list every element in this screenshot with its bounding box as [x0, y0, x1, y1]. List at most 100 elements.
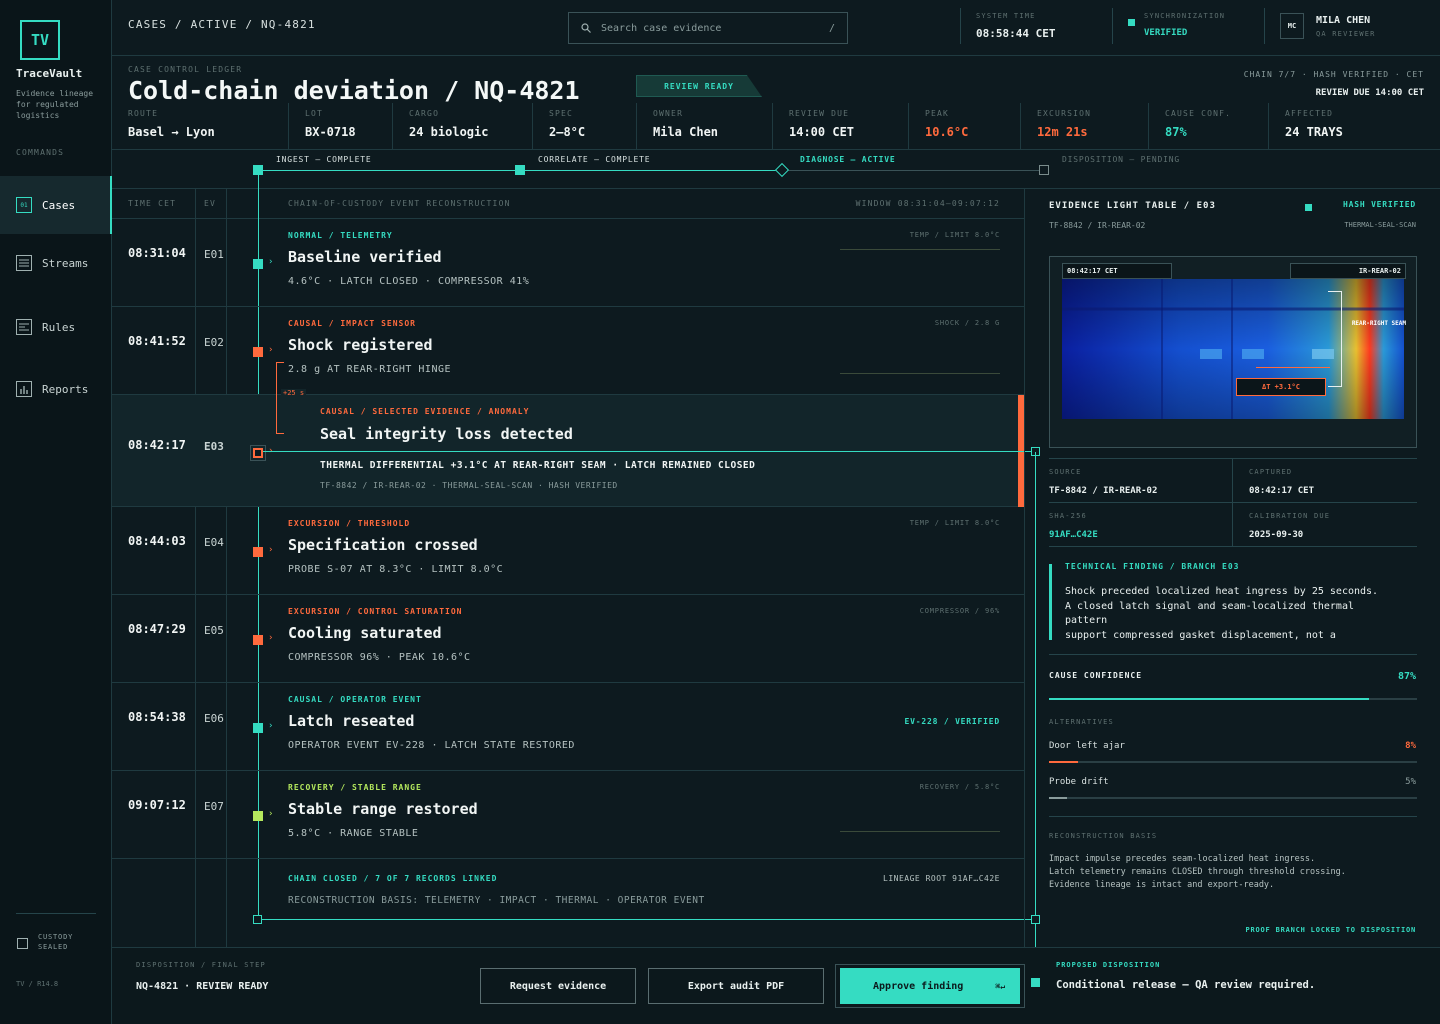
chevron-right-icon: ›: [268, 809, 274, 819]
evidence-link-line: [263, 451, 1036, 452]
event-detail: 2.8 g AT REAR-RIGHT HINGE: [288, 364, 452, 375]
approve-shortcut: ⌘↵: [995, 981, 1005, 991]
metric-value: 14:00 CET: [789, 125, 855, 139]
divider: [1264, 8, 1265, 44]
stage-node-correlate[interactable]: [515, 165, 525, 175]
event-title: Cooling saturated: [288, 624, 442, 642]
divider: [1049, 816, 1417, 817]
event-node: [253, 723, 263, 733]
metric-affected: AFFECTED 24 TRAYS: [1268, 103, 1440, 149]
disposition-anchor: [1031, 978, 1040, 987]
event-sparkline: [840, 831, 1000, 832]
chain-close-line: [258, 919, 1036, 920]
search-input[interactable]: Search case evidence: [601, 23, 819, 34]
timeline-event-e06[interactable]: 08:54:38 E06 CAUSAL / OPERATOR EVENT Lat…: [112, 683, 1024, 771]
alternative-bar: [1049, 761, 1417, 763]
event-node: [253, 347, 263, 357]
event-meta: COMPRESSOR / 96%: [919, 607, 1000, 615]
sidebar-item-label: Streams: [42, 256, 89, 270]
divider: [1049, 546, 1417, 547]
timeline-event-e04[interactable]: 08:44:03 E04 EXCURSION / THRESHOLD Speci…: [112, 507, 1024, 595]
divider: [1112, 8, 1113, 44]
event-meta: TEMP / LIMIT 8.0°C: [909, 231, 1000, 239]
event-node: [253, 811, 263, 821]
search-box[interactable]: Search case evidence /: [568, 12, 848, 44]
status-badge: REVIEW READY: [636, 75, 762, 97]
timeline-header: TIME CET EV CHAIN-OF-CUSTODY EVENT RECON…: [112, 189, 1024, 219]
evidence-subtitle: TF-8842 / IR-REAR-02: [1049, 221, 1146, 230]
hash-status: HASH VERIFIED: [1342, 200, 1416, 209]
delta-measure-line: [1256, 367, 1330, 368]
thermal-image-frame[interactable]: 08:42:17 CET IR-REAR-02 REAR-RIGHT SEAM …: [1049, 256, 1417, 448]
captured-value: 08:42:17 CET: [1249, 486, 1315, 496]
reports-icon: [16, 381, 32, 397]
approve-finding-button[interactable]: Approve finding ⌘↵: [840, 968, 1020, 1004]
confidence-label: CAUSE CONFIDENCE: [1049, 671, 1143, 680]
image-timestamp: 08:42:17 CET: [1062, 263, 1172, 279]
sidebar-item-rules[interactable]: Rules: [0, 298, 112, 356]
request-evidence-button[interactable]: Request evidence: [480, 968, 636, 1004]
divider: [16, 913, 96, 914]
disposition-step-value: NQ-4821 · REVIEW READY: [136, 981, 269, 992]
sha256-value[interactable]: 91AF…C42E: [1049, 530, 1098, 540]
event-category: CAUSAL / SELECTED EVIDENCE / ANOMALY: [320, 407, 530, 416]
sidebar-item-reports[interactable]: Reports: [0, 360, 112, 418]
sidebar: TV TraceVault Evidence lineage for regul…: [0, 0, 112, 1024]
column-time: TIME CET: [128, 199, 177, 208]
event-category: CAUSAL / IMPACT SENSOR: [288, 319, 416, 328]
divider: [1049, 502, 1417, 503]
field-label: CAPTURED: [1249, 468, 1293, 476]
column-title: CHAIN-OF-CUSTODY EVENT RECONSTRUCTION: [288, 199, 511, 208]
stage-node-disposition[interactable]: [1039, 165, 1049, 175]
timeline-event-e05[interactable]: 08:47:29 E05 EXCURSION / CONTROL SATURAT…: [112, 595, 1024, 683]
event-id: E03: [204, 440, 224, 453]
event-node: [253, 448, 263, 458]
review-due-info: REVIEW DUE 14:00 CET: [1315, 88, 1424, 98]
chain-closed-row: CHAIN CLOSED / 7 OF 7 RECORDS LINKED LIN…: [112, 859, 1024, 947]
proof-locked-label: PROOF BRANCH LOCKED TO DISPOSITION: [1245, 926, 1416, 934]
metric-value: 87%: [1165, 125, 1187, 139]
confidence-bar: [1049, 698, 1417, 700]
event-time: 08:54:38: [128, 710, 186, 724]
event-category: NORMAL / TELEMETRY: [288, 231, 393, 240]
confidence-value: 87%: [1397, 671, 1416, 682]
alternative-bar: [1049, 797, 1417, 799]
alternative-probe-drift: Probe drift: [1049, 777, 1109, 787]
sidebar-item-cases[interactable]: 01 Cases: [0, 176, 112, 234]
search-icon: [581, 23, 591, 33]
event-category: EXCURSION / CONTROL SATURATION: [288, 607, 463, 616]
hash-status-icon: [1305, 204, 1312, 211]
event-time: 08:31:04: [128, 246, 186, 260]
metric-peak: PEAK 10.6°C: [908, 103, 1020, 149]
sidebar-item-streams[interactable]: Streams: [0, 234, 112, 292]
timeline-event-e01[interactable]: 08:31:04 E01 NORMAL / TELEMETRY Baseline…: [112, 219, 1024, 307]
stage-label-diagnose: DIAGNOSE — ACTIVE: [800, 155, 896, 164]
export-audit-pdf-button[interactable]: Export audit PDF: [648, 968, 824, 1004]
field-label: SHA-256: [1049, 512, 1087, 520]
source-value: TF-8842 / IR-REAR-02: [1049, 486, 1158, 496]
avatar[interactable]: MC: [1280, 13, 1304, 39]
seam-label: REAR-RIGHT SEAM: [1351, 320, 1406, 327]
event-node: [253, 635, 263, 645]
event-id: E06: [204, 712, 224, 725]
timeline-event-e07[interactable]: 09:07:12 E07 RECOVERY / STABLE RANGE Sta…: [112, 771, 1024, 859]
event-id: E05: [204, 624, 224, 637]
alternative-bar-fill: [1049, 761, 1079, 763]
system-time: 08:58:44 CET: [976, 27, 1056, 40]
sync-value: VERIFIED: [1144, 28, 1188, 38]
event-title: Baseline verified: [288, 248, 442, 266]
finding-accent: [1049, 564, 1052, 640]
alternative-door-ajar: Door left ajar: [1049, 741, 1125, 751]
metric-route: ROUTE Basel → Lyon: [112, 103, 288, 149]
event-node: [253, 547, 263, 557]
event-sparkline: [840, 249, 1000, 250]
search-shortcut: /: [828, 22, 835, 34]
lineage-root: LINEAGE ROOT 91AF…C42E: [883, 874, 1000, 883]
version-label: TV / R14.8: [16, 980, 59, 988]
timeline-event-e02[interactable]: 08:41:52 E02 CAUSAL / IMPACT SENSOR Shoc…: [112, 307, 1024, 395]
event-detail: 4.6°C · LATCH CLOSED · COMPRESSOR 41%: [288, 276, 530, 287]
page-title: Cold-chain deviation / NQ-4821: [128, 76, 580, 105]
chevron-right-icon: ›: [268, 633, 274, 643]
approve-label: Approve finding: [873, 980, 964, 992]
field-label: CALIBRATION DUE: [1249, 512, 1331, 520]
